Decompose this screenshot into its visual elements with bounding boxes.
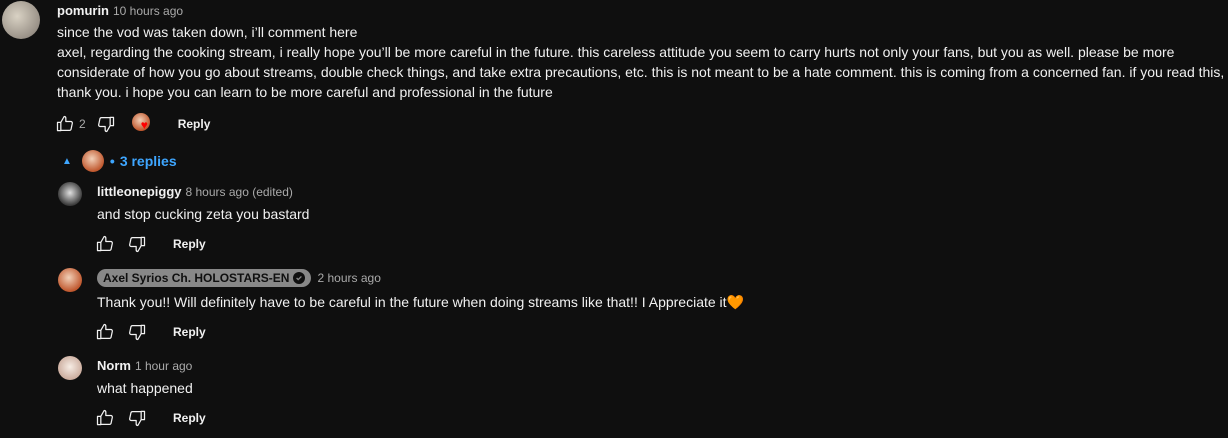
comment-line: thank you. i hope you can learn to be mo… — [57, 84, 553, 100]
reply-header: Axel Syrios Ch. HOLOSTARS-EN 2 hours ago — [97, 269, 381, 287]
thumbs-down-icon — [129, 236, 146, 253]
creator-heart: ♥ — [131, 113, 154, 135]
reply-button[interactable]: Reply — [173, 325, 206, 339]
dot-separator: • — [109, 153, 115, 169]
reply-action-bar: Reply — [93, 320, 206, 344]
dislike-button[interactable] — [125, 406, 149, 430]
reply-text: what happened — [97, 380, 193, 396]
author-name[interactable]: littleonepiggy — [97, 184, 182, 199]
dislike-button[interactable] — [125, 320, 149, 344]
dislike-button[interactable] — [94, 112, 118, 136]
reply-text: and stop cucking zeta you bastard — [97, 206, 310, 222]
reply-button[interactable]: Reply — [173, 411, 206, 425]
comment-header: pomurin 10 hours ago — [57, 3, 183, 18]
replies-count-label: 3 replies — [119, 153, 177, 169]
comment-action-bar: 2 ♥ Reply — [53, 112, 210, 136]
like-button[interactable] — [93, 406, 117, 430]
chevron-up-icon: ▲ — [62, 155, 72, 167]
reply-header: Norm 1 hour ago — [97, 358, 192, 373]
reply-text: Thank you!! Will definitely have to be c… — [97, 294, 727, 310]
thumbs-up-icon — [96, 409, 113, 426]
like-button[interactable] — [93, 320, 117, 344]
comment-line: axel, regarding the cooking stream, i re… — [57, 44, 1175, 60]
comment-body: since the vod was taken down, i’ll comme… — [57, 22, 1227, 102]
thumbs-up-icon — [96, 323, 113, 340]
timestamp[interactable]: 2 hours ago — [317, 271, 380, 285]
reply-text-row: Thank you!! Will definitely have to be c… — [97, 292, 744, 312]
thumbs-up-icon — [56, 115, 73, 132]
avatar[interactable] — [58, 356, 82, 380]
dislike-button[interactable] — [125, 232, 149, 256]
comment-line: considerate of how you go about streams,… — [57, 64, 1225, 80]
timestamp[interactable]: 1 hour ago — [135, 359, 192, 373]
reply-button[interactable]: Reply — [173, 237, 206, 251]
avatar[interactable] — [58, 268, 82, 292]
reply-action-bar: Reply — [93, 232, 206, 256]
reply-header: littleonepiggy 8 hours ago (edited) — [97, 184, 293, 199]
timestamp[interactable]: 10 hours ago — [113, 4, 183, 18]
creator-avatar — [81, 150, 104, 172]
avatar[interactable] — [58, 182, 82, 206]
replies-toggle[interactable]: ▲ • 3 replies — [62, 149, 177, 173]
author-name[interactable]: pomurin — [57, 3, 109, 18]
thumbs-up-icon — [96, 235, 113, 252]
thumbs-down-icon — [129, 410, 146, 427]
author-name: Axel Syrios Ch. HOLOSTARS-EN — [103, 271, 290, 285]
like-button[interactable] — [53, 112, 77, 136]
heart-icon: ♥ — [140, 118, 148, 132]
verified-check-icon — [293, 272, 306, 284]
reply-action-bar: Reply — [93, 406, 206, 430]
orange-heart-icon: 🧡 — [726, 294, 744, 310]
reply-button[interactable]: Reply — [178, 117, 211, 131]
avatar[interactable] — [2, 1, 40, 39]
thumbs-down-icon — [129, 324, 146, 341]
timestamp[interactable]: 8 hours ago (edited) — [186, 185, 293, 199]
owner-badge[interactable]: Axel Syrios Ch. HOLOSTARS-EN — [97, 269, 312, 287]
author-name[interactable]: Norm — [97, 358, 131, 373]
like-count: 2 — [79, 117, 86, 131]
like-button[interactable] — [93, 232, 117, 256]
comment-line: since the vod was taken down, i’ll comme… — [57, 24, 358, 40]
thumbs-down-icon — [97, 116, 114, 133]
